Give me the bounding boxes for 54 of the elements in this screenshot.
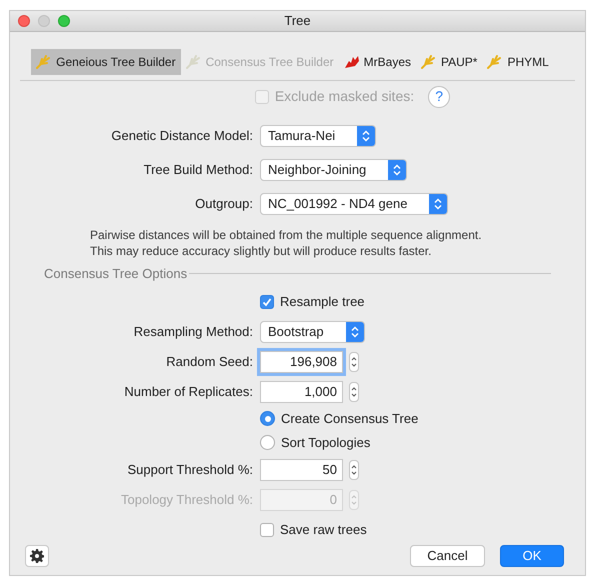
field-label: Genetic Distance Model: [111,126,253,145]
flame-icon [344,54,360,69]
tab[interactable]: PAUP* [416,48,482,75]
checkbox-label: Resample tree [280,292,365,311]
up-down-arrows-icon [351,356,357,368]
branch-icon [186,54,202,69]
stepper[interactable] [349,352,359,372]
stepper[interactable] [349,382,359,402]
dropdown-arrows-icon [429,194,448,214]
up-down-arrows-icon [351,464,357,476]
number-field[interactable]: 196,908 [260,350,343,373]
dropdown-arrows-icon [357,126,376,146]
tab[interactable]: Geneious Tree Builder [31,48,181,75]
settings-button[interactable] [25,544,49,567]
dropdown[interactable]: Neighbor-Joining [260,158,408,181]
dropdown-arrows-icon [388,160,406,180]
dropdown[interactable]: Tamura-Nei [260,124,376,147]
branch-icon [421,54,437,69]
field-label: Resampling Method: [134,322,253,341]
note-text: This may reduce accuracy slightly but will produce results faster. [90,242,432,259]
branch-icon [36,54,52,69]
number-field[interactable]: 50 [260,458,343,481]
field-label: Outgroup: [195,194,253,213]
radio-label: Sort Topologies [281,434,370,452]
field-label: Random Seed: [166,352,253,371]
section-title: Consensus Tree Options [44,264,188,283]
checkbox[interactable] [260,294,274,309]
note-text: Pairwise distances will be obtained from the multiple sequence alignment. [90,226,483,243]
dropdown[interactable]: Bootstrap [260,320,365,343]
checkbox[interactable] [260,522,274,537]
close-button[interactable] [18,14,30,27]
checkbox-label: Exclude masked sites: [274,87,414,106]
radio-button[interactable] [260,411,275,426]
number-field[interactable]: 1,000 [260,380,343,403]
field-label: Support Threshold %: [128,460,253,479]
cancel-button[interactable]: Cancel [410,544,485,567]
window-title: Tree [284,12,311,30]
checkbox-label: Save raw trees [280,520,367,539]
radio-label: Create Consensus Tree [281,410,418,428]
dropdown-arrows-icon [346,322,364,342]
branch-icon [487,54,504,69]
radio-button[interactable] [260,435,275,450]
up-down-arrows-icon [351,494,357,506]
stepper[interactable] [349,460,359,480]
dropdown[interactable]: NC_001992 - ND4 gene [260,192,448,215]
up-down-arrows-icon [351,386,357,398]
field-label: Number of Replicates: [124,382,253,401]
zoom-button[interactable] [58,14,70,27]
field-label: Tree Build Method: [144,160,253,179]
tab[interactable]: MrBayes [338,48,416,75]
field-label: Topology Threshold %: [120,490,253,509]
tab[interactable]: PHYML [482,48,554,75]
ok-button[interactable]: OK [500,544,564,567]
gear-icon [30,548,44,563]
